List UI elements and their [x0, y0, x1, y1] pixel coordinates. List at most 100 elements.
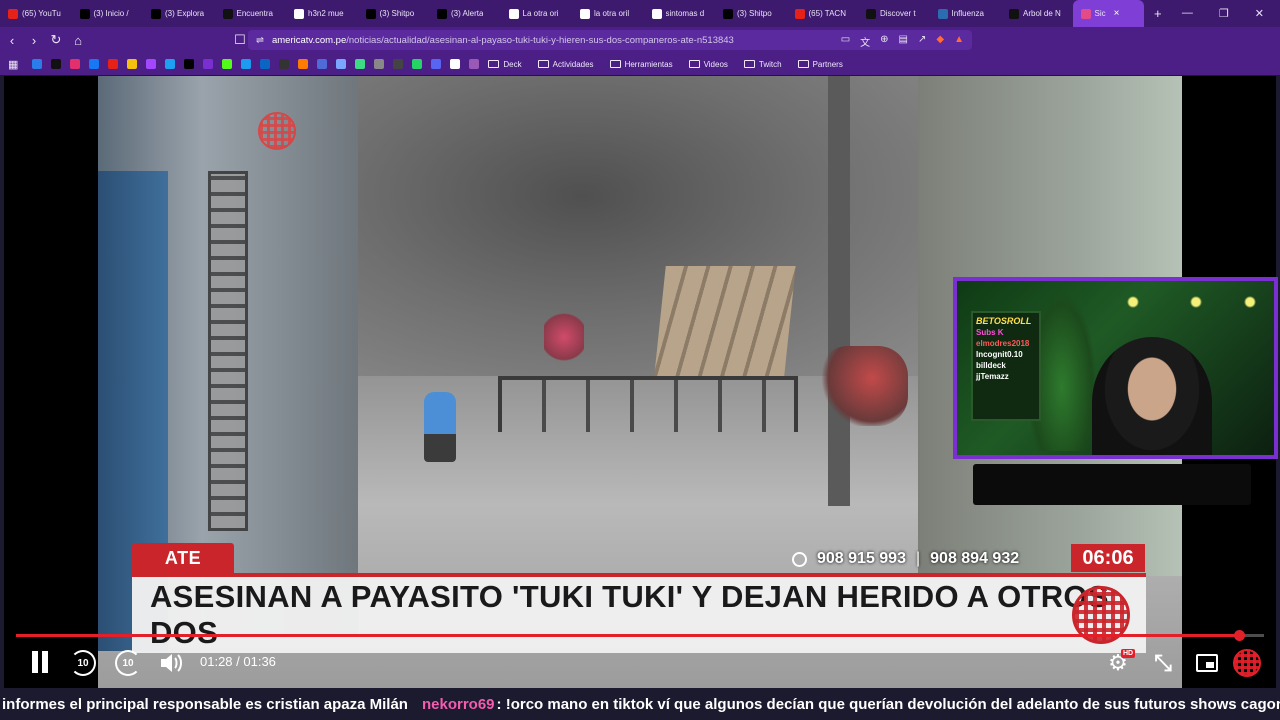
- browser-tab[interactable]: (65) YouTu: [0, 0, 72, 27]
- browser-tab[interactable]: (3) Shitpo: [715, 0, 787, 27]
- progress-fill: [16, 634, 1240, 637]
- url-path: /noticias/actualidad/asesinan-al-payaso-…: [346, 34, 734, 46]
- bookmark-folder-label: Deck: [503, 59, 522, 69]
- browser-tab[interactable]: Arbol de N: [1001, 0, 1073, 27]
- reader-icon[interactable]: ▤: [899, 34, 908, 49]
- scene-wood: [654, 266, 796, 376]
- browser-tab[interactable]: (3) Inicio /: [72, 0, 144, 27]
- bookmark-folder[interactable]: Deck: [488, 59, 522, 69]
- minimize-button[interactable]: —: [1182, 7, 1193, 20]
- bookmark-favicon-icon[interactable]: [127, 59, 138, 69]
- bookmark-folder[interactable]: Partners: [797, 59, 843, 69]
- wikipedia-icon: [508, 8, 519, 19]
- browser-tab[interactable]: Discover t: [858, 0, 930, 27]
- bookmark-favicon-icon[interactable]: [469, 59, 480, 69]
- browser-tab[interactable]: (3) Alerta: [429, 0, 501, 27]
- bookmark-favicon-icon[interactable]: [355, 59, 366, 69]
- browser-tab[interactable]: (65) TACN: [787, 0, 859, 27]
- bookmark-folder-label: Partners: [812, 59, 843, 69]
- bookmark-favicon-icon[interactable]: [317, 59, 328, 69]
- bookmark-favicon-icon[interactable]: [32, 59, 43, 69]
- playback-time: 01:28 / 01:36: [200, 654, 276, 669]
- scene-pole: [828, 76, 850, 506]
- bookmark-favicon-icon[interactable]: [146, 59, 157, 69]
- maximize-button[interactable]: ❐: [1219, 7, 1229, 20]
- browser-tab[interactable]: Sic ×: [1072, 0, 1144, 27]
- bookmark-favicon-icon[interactable]: [203, 59, 214, 69]
- rewards-icon[interactable]: ▲: [954, 34, 964, 49]
- bookmark-favicon-icon[interactable]: [89, 59, 100, 69]
- bookmark-favicon-icon[interactable]: [393, 59, 404, 69]
- brave-shield-icon[interactable]: ◆: [936, 34, 944, 49]
- broadcast-clock: 06:06: [1071, 544, 1145, 572]
- browser-tab[interactable]: h3n2 mue: [286, 0, 358, 27]
- rewind-10-button[interactable]: 10: [70, 650, 96, 676]
- folder-icon: [488, 60, 500, 68]
- bookmark-favicon-icon[interactable]: [374, 59, 385, 69]
- bookmark-favicon-icon[interactable]: [165, 59, 176, 69]
- america-tv-button-icon[interactable]: [1233, 649, 1261, 677]
- translate-icon[interactable]: 文: [860, 34, 870, 49]
- tab-label: (65) YouTu: [22, 9, 61, 18]
- tab-label: Sic: [1094, 9, 1106, 18]
- zoom-icon[interactable]: ⊕: [880, 34, 888, 49]
- browser-tab[interactable]: sintomas d: [644, 0, 716, 27]
- browser-tab[interactable]: (3) Shitpo: [358, 0, 430, 27]
- tab-label: (3) Inicio /: [93, 9, 129, 18]
- close-tab-icon[interactable]: ×: [1114, 8, 1120, 19]
- home-icon[interactable]: ⌂: [68, 33, 88, 48]
- pause-button[interactable]: [30, 651, 50, 673]
- bookmark-folder[interactable]: Videos: [688, 60, 728, 69]
- tab-label: (3) Alerta: [451, 9, 484, 18]
- bookmark-favicon-icon[interactable]: [70, 59, 81, 69]
- bookmark-favicon-icon[interactable]: [222, 59, 233, 69]
- bookmark-favicon-icon[interactable]: [298, 59, 309, 69]
- apps-grid-icon[interactable]: ▦: [8, 58, 18, 71]
- bookmark-favicon-icon[interactable]: [279, 59, 290, 69]
- scene-grille: [208, 171, 248, 531]
- overlay-line: Subs K: [976, 328, 1004, 337]
- close-window-button[interactable]: ✕: [1255, 7, 1264, 20]
- browser-tab[interactable]: (3) Explora: [143, 0, 215, 27]
- tiktok-icon: [222, 8, 233, 19]
- bookmark-favicon-icon[interactable]: [412, 59, 423, 69]
- bookmark-favicon-icon[interactable]: [260, 59, 271, 69]
- bookmark-favicon-icon[interactable]: [108, 59, 119, 69]
- x-icon: [723, 8, 733, 19]
- browser-tab[interactable]: la otra oril: [572, 0, 644, 27]
- bookmark-folder[interactable]: Herramientas: [609, 60, 673, 69]
- url-field[interactable]: ⇌ americatv.com.pe/noticias/actualidad/a…: [248, 30, 972, 50]
- bookmark-favicon-icon[interactable]: [450, 59, 461, 69]
- webcam-overlay-list: BETOSROLL Subs K elmodres2018 Incognit0.10 b…: [971, 311, 1041, 421]
- bookmark-favicon-icon[interactable]: [51, 59, 62, 69]
- picture-in-picture-button[interactable]: [1196, 654, 1218, 672]
- progress-scrubber[interactable]: [1234, 630, 1246, 641]
- tab-label: Discover t: [880, 9, 916, 18]
- forward-arrow-icon[interactable]: ›: [24, 33, 44, 48]
- bookmark-folder[interactable]: Actividades: [537, 60, 594, 69]
- back-arrow-icon[interactable]: ‹: [2, 33, 22, 48]
- lower-third: ASESINAN A PAYASITO 'TUKI TUKI' Y DEJAN …: [132, 577, 1146, 653]
- exit-fullscreen-button[interactable]: ⤡: [1150, 650, 1176, 676]
- browser-tab[interactable]: Encuentra: [215, 0, 287, 27]
- bookmark-icon[interactable]: ☐: [230, 32, 250, 48]
- volume-button[interactable]: [158, 651, 184, 675]
- install-app-icon[interactable]: ▭: [841, 34, 850, 49]
- tab-strip: (65) YouTu (3) Inicio / (3) Explora Encuent…: [0, 0, 1280, 27]
- google-icon: [651, 8, 662, 19]
- bookmark-favicon-icon[interactable]: [184, 59, 195, 69]
- share-icon[interactable]: ↗: [918, 34, 926, 49]
- site-info-icon[interactable]: ⇌: [256, 35, 264, 46]
- bookmark-favicon-icon[interactable]: [336, 59, 347, 69]
- bookmark-folder[interactable]: Twitch: [743, 60, 782, 69]
- progress-bar[interactable]: [16, 630, 1264, 641]
- new-tab-button[interactable]: +: [1144, 6, 1172, 21]
- forward-10-button[interactable]: 10: [115, 650, 141, 676]
- bookmark-favicon-icon[interactable]: [241, 59, 252, 69]
- volume-icon: [161, 654, 182, 672]
- browser-tab[interactable]: La otra ori: [501, 0, 573, 27]
- bookmark-favicon-icon[interactable]: [431, 59, 442, 69]
- overlay-black-box: [973, 464, 1251, 505]
- browser-tab[interactable]: Influenza: [930, 0, 1002, 27]
- reload-icon[interactable]: ↻: [46, 32, 66, 48]
